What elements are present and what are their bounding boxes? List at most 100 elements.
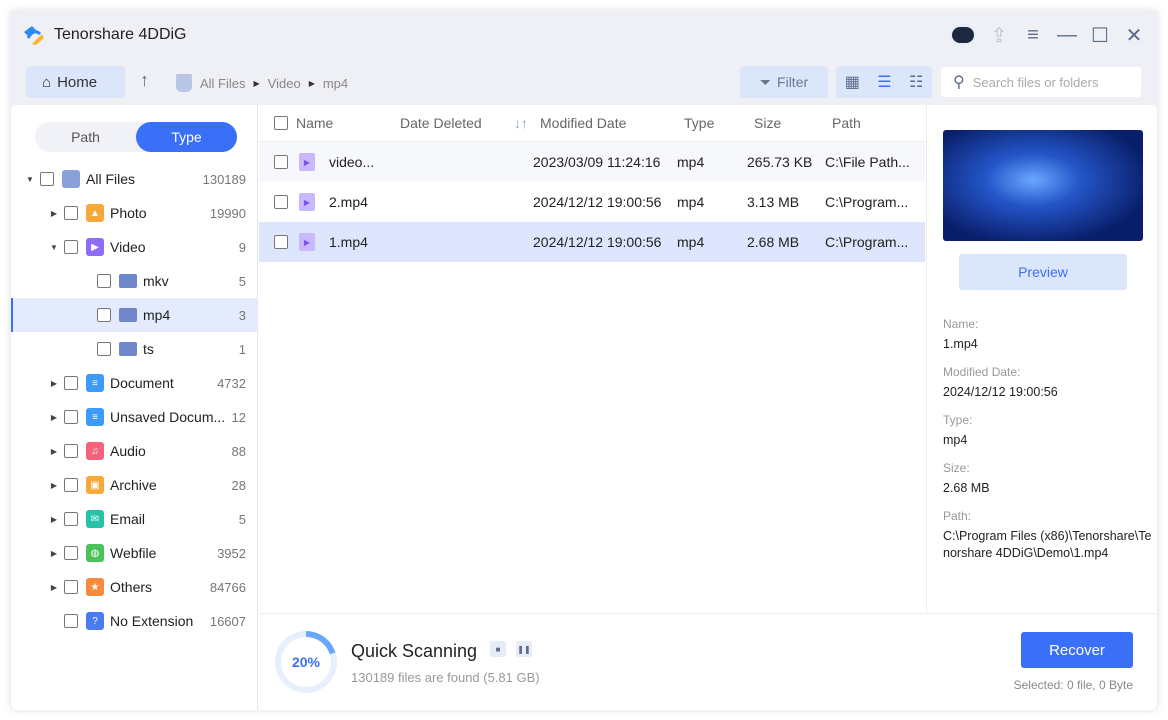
row-checkbox[interactable] [274,155,288,169]
globe-icon: ◍ [86,544,104,562]
archive-icon: ▣ [86,476,104,494]
select-all-checkbox[interactable] [274,116,288,130]
item-count: 3952 [217,545,246,561]
photo-icon: ▲ [86,204,104,222]
sort-icon[interactable]: ↓↑ [514,115,528,131]
sidebar-item[interactable]: ▶ ★ Others 84766 [11,570,258,604]
up-arrow-icon[interactable]: ↑ [140,70,149,91]
chevron-right-icon[interactable]: ▶ [49,447,59,456]
sidebar-item[interactable]: ▶ ts 1 [11,332,258,366]
column-size[interactable]: Size [754,115,781,131]
chevron-down-icon[interactable]: ▼ [49,243,59,252]
row-checkbox[interactable] [274,195,288,209]
item-checkbox[interactable] [64,580,78,594]
preview-button[interactable]: Preview [959,254,1127,290]
item-count: 1 [238,341,246,357]
breadcrumb-video[interactable]: Video [268,76,301,91]
sidebar-item[interactable]: ▶ mp4 3 [11,298,258,332]
email-icon: ✉ [86,510,104,528]
item-checkbox[interactable] [40,172,54,186]
chevron-right-icon[interactable]: ▶ [49,209,59,218]
breadcrumb-all-files[interactable]: All Files [200,76,246,91]
detail-label: Size: [943,461,970,475]
item-checkbox[interactable] [64,614,78,628]
column-modified-date[interactable]: Modified Date [540,115,626,131]
sidebar-item[interactable]: ▶ ≡ Document 4732 [11,366,258,400]
column-type[interactable]: Type [684,115,714,131]
item-checkbox[interactable] [64,206,78,220]
sidebar-item[interactable]: ▶ ▲ Photo 19990 [11,196,258,230]
view-switcher: ▦ ☰ ☷ [836,66,932,98]
table-row[interactable]: ▶ 2.mp4 2024/12/12 19:00:56 mp4 3.13 MB … [259,182,925,222]
document-icon: ≡ [86,374,104,392]
chevron-right-icon[interactable]: ▶ [49,379,59,388]
chevron-right-icon[interactable]: ▶ [49,413,59,422]
close-icon[interactable]: ✕ [1121,22,1147,48]
home-button[interactable]: ⌂ Home [26,66,125,98]
tab-type[interactable]: Type [136,122,237,152]
scan-status-bar: 20% Quick Scanning ■ ❚❚ 130189 files are… [259,613,1157,710]
sidebar-item-label: ts [143,341,154,357]
item-checkbox[interactable] [64,240,78,254]
file-list: Name Date Deleted ↓↑ Modified Date Type … [259,105,925,613]
item-checkbox[interactable] [64,546,78,560]
item-checkbox[interactable] [64,410,78,424]
breadcrumb-separator-icon: ▶ [308,78,315,88]
recover-button[interactable]: Recover [1021,632,1133,668]
detail-view-icon[interactable]: ☰ [877,72,891,92]
sidebar-item[interactable]: ▶ ▣ Archive 28 [11,468,258,502]
item-checkbox[interactable] [97,308,111,322]
chevron-right-icon[interactable]: ▶ [49,515,59,524]
column-path[interactable]: Path [832,115,861,131]
column-date-deleted[interactable]: Date Deleted [400,115,482,131]
chevron-right-icon[interactable]: ▶ [49,481,59,490]
grid-view-icon[interactable]: ▦ [845,72,860,92]
file-type: mp4 [677,154,705,170]
share-icon[interactable]: ⇪ [986,22,1012,48]
sidebar-item[interactable]: ▼ All Files 130189 [11,162,258,196]
item-checkbox[interactable] [64,444,78,458]
chevron-right-icon[interactable]: ▶ [49,549,59,558]
item-checkbox[interactable] [64,512,78,526]
row-checkbox[interactable] [274,235,288,249]
detail-label: Path: [943,509,972,523]
item-count: 84766 [209,579,246,595]
list-view-icon[interactable]: ☷ [909,72,923,92]
minimize-icon[interactable]: — [1054,22,1080,48]
sidebar-item-label: mp4 [143,307,171,323]
file-name: video... [329,154,375,170]
item-count: 19990 [209,205,246,221]
item-checkbox[interactable] [97,342,111,356]
maximize-icon[interactable]: ☐ [1087,22,1113,48]
breadcrumb-mp4[interactable]: mp4 [323,76,348,91]
column-name[interactable]: Name [296,115,333,131]
chevron-right-icon[interactable]: ▶ [49,583,59,592]
item-count: 4732 [217,375,246,391]
item-checkbox[interactable] [64,376,78,390]
filter-button[interactable]: ⏷ Filter [740,66,828,98]
sidebar-item[interactable]: ▼ ▶ Video 9 [11,230,258,264]
chevron-down-icon[interactable]: ▼ [25,175,35,184]
sidebar-item[interactable]: ▶ ? No Extension 16607 [11,604,258,638]
tab-path[interactable]: Path [35,122,136,152]
file-modified: 2024/12/12 19:00:56 [533,234,662,250]
item-checkbox[interactable] [64,478,78,492]
menu-icon[interactable]: ≡ [1020,22,1046,48]
search-input[interactable] [972,74,1133,90]
table-row[interactable]: ▶ 1.mp4 2024/12/12 19:00:56 mp4 2.68 MB … [259,222,925,262]
sidebar-item[interactable]: ▶ ✉ Email 5 [11,502,258,536]
pause-scan-button[interactable]: ❚❚ [516,641,532,657]
detail-value: 1.mp4 [943,337,978,351]
item-count: 88 [231,443,246,459]
sidebar-item[interactable]: ▶ mkv 5 [11,264,258,298]
item-checkbox[interactable] [97,274,111,288]
table-header: Name Date Deleted ↓↑ Modified Date Type … [259,105,925,142]
sidebar-item[interactable]: ▶ ◍ Webfile 3952 [11,536,258,570]
sidebar-item[interactable]: ▶ ≡ Unsaved Docum... 12 [11,400,258,434]
item-count: 28 [231,477,246,493]
selection-info: Selected: 0 file, 0 Byte [1013,678,1133,692]
stop-scan-button[interactable]: ■ [490,641,506,657]
sidebar-item[interactable]: ▶ ♫ Audio 88 [11,434,258,468]
assistant-bot-icon[interactable] [950,22,976,48]
table-row[interactable]: ▶ video... 2023/03/09 11:24:16 mp4 265.7… [259,142,925,182]
